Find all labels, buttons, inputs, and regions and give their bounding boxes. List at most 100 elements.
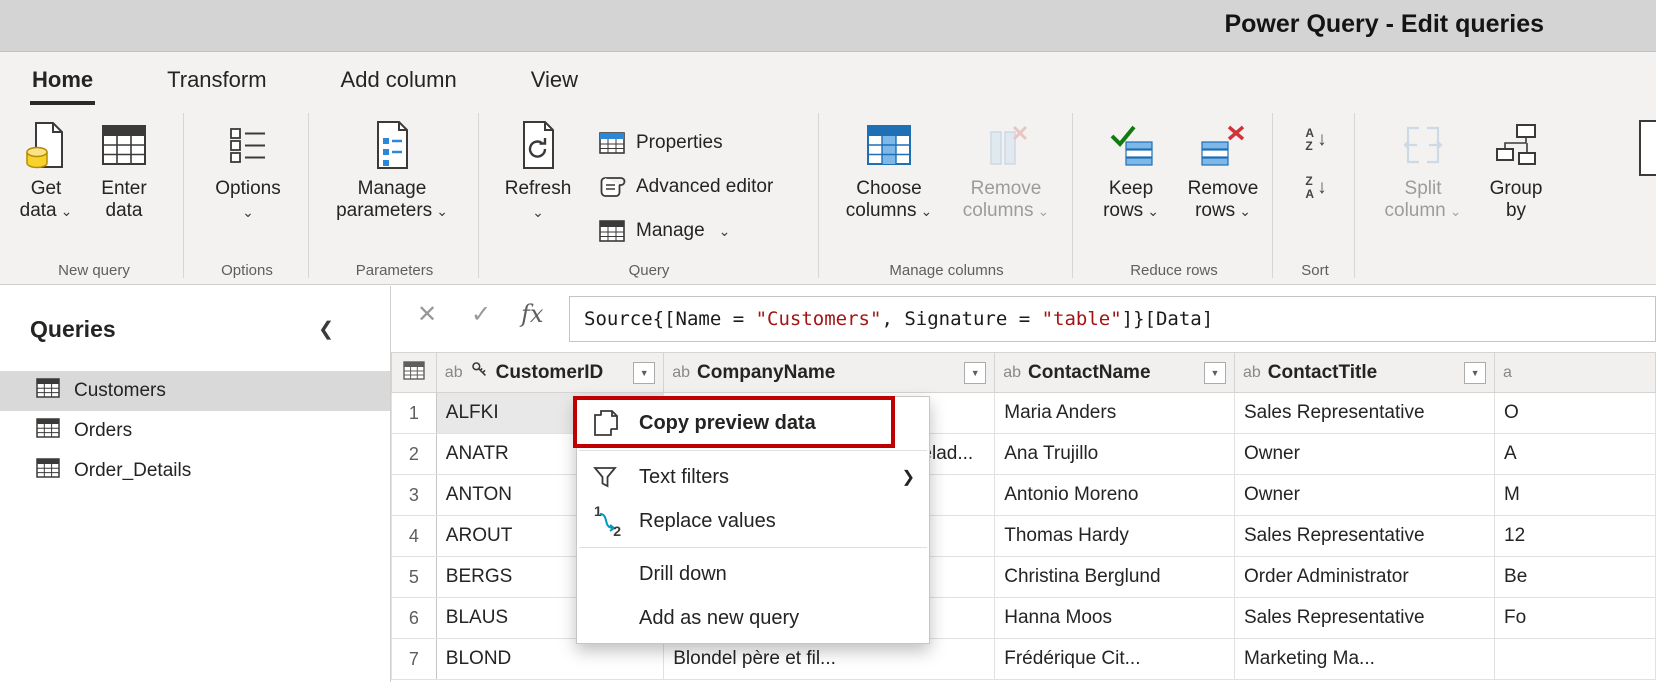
menu-item-copy-preview-data[interactable]: Copy preview data	[577, 400, 929, 446]
row-number[interactable]: 6	[392, 598, 437, 639]
manage-parameters-icon	[372, 115, 412, 175]
cell[interactable]: Ana Trujillo	[995, 434, 1235, 475]
cell[interactable]: BLOND	[436, 639, 663, 680]
keep-rows-icon	[1108, 115, 1154, 175]
refresh-icon	[518, 115, 558, 175]
query-item-order-details[interactable]: Order_Details	[0, 451, 390, 491]
filter-dropdown-button[interactable]: ▼	[1204, 362, 1226, 384]
table-icon	[36, 418, 60, 444]
cell[interactable]: Marketing Ma...	[1234, 639, 1494, 680]
cell[interactable]: Thomas Hardy	[995, 516, 1235, 557]
grid-corner-menu[interactable]	[392, 353, 437, 393]
formula-input[interactable]: Source{[Name = "Customers", Signature = …	[569, 296, 1656, 342]
key-icon	[470, 360, 489, 385]
queries-list: Customers Orders Order_Details	[0, 371, 390, 491]
tab-transform[interactable]: Transform	[165, 55, 268, 105]
keep-rows-button[interactable]: Keep rows⌄	[1092, 115, 1170, 222]
column-header-contacttitle[interactable]: ab ContactTitle ▼	[1234, 353, 1494, 393]
formula-bar: ✕ ✓ fx Source{[Name = "Customers", Signa…	[391, 286, 1656, 352]
cancel-icon[interactable]: ✕	[417, 300, 437, 329]
choose-columns-button[interactable]: Choose columns⌄	[838, 115, 940, 222]
cell[interactable]: Sales Representative	[1234, 393, 1494, 434]
cell[interactable]: Frédérique Cit...	[995, 639, 1235, 680]
cell[interactable]: M	[1495, 475, 1656, 516]
menu-item-add-as-new-query[interactable]: Add as new query	[577, 596, 929, 640]
cell[interactable]: Sales Representative	[1234, 598, 1494, 639]
group-label-query: Query	[482, 262, 816, 279]
filter-dropdown-button[interactable]: ▼	[964, 362, 986, 384]
commit-icon[interactable]: ✓	[471, 300, 491, 329]
group-separator	[1354, 113, 1355, 278]
text-type-icon: a	[1503, 364, 1512, 382]
row-number[interactable]: 4	[392, 516, 437, 557]
cell[interactable]: O	[1495, 393, 1656, 434]
manage-parameters-button[interactable]: Manage parameters⌄	[318, 115, 466, 222]
cell[interactable]: Sales Representative	[1234, 516, 1494, 557]
title-bar: Power Query - Edit queries	[0, 0, 1656, 52]
refresh-button[interactable]: Refresh ⌄	[492, 115, 584, 223]
sort-descending-button[interactable]: ZA ↓	[1290, 167, 1342, 209]
cell[interactable]: 12	[1495, 516, 1656, 557]
cell[interactable]: Maria Anders	[995, 393, 1235, 434]
ribbon: Get data⌄ Enter data New query Options ⌄…	[0, 105, 1656, 285]
partial-ribbon-button[interactable]	[1632, 119, 1656, 182]
chevron-down-icon: ⌄	[61, 203, 73, 219]
column-header-companyname[interactable]: ab CompanyName ▼	[664, 353, 995, 393]
remove-columns-icon	[983, 115, 1029, 175]
group-separator	[183, 113, 184, 278]
column-header-partial[interactable]: a	[1495, 353, 1656, 393]
arrow-down-icon: ↓	[1317, 129, 1327, 151]
cell[interactable]	[1495, 639, 1656, 680]
filter-dropdown-button[interactable]: ▼	[1464, 362, 1486, 384]
arrow-down-icon: ↓	[1317, 177, 1327, 199]
group-separator	[478, 113, 479, 278]
column-header-customerid[interactable]: ab CustomerID ▼	[436, 353, 663, 393]
tab-add-column[interactable]: Add column	[339, 55, 459, 105]
text-type-icon: ab	[1243, 364, 1261, 382]
filter-funnel-icon	[593, 465, 629, 489]
options-icon	[227, 115, 269, 175]
cell[interactable]: Order Administrator	[1234, 557, 1494, 598]
properties-button[interactable]: Properties	[598, 123, 723, 163]
query-item-orders[interactable]: Orders	[0, 411, 390, 451]
get-data-button[interactable]: Get data⌄	[14, 115, 78, 222]
cell[interactable]: Be	[1495, 557, 1656, 598]
cell[interactable]: A	[1495, 434, 1656, 475]
menu-item-drill-down[interactable]: Drill down	[577, 552, 929, 596]
advanced-editor-button[interactable]: Advanced editor	[598, 167, 773, 207]
cell[interactable]: Hanna Moos	[995, 598, 1235, 639]
chevron-down-icon: ⌄	[1147, 203, 1159, 219]
cell[interactable]: Christina Berglund	[995, 557, 1235, 598]
collapse-pane-icon[interactable]: ❮	[318, 318, 334, 341]
group-by-button[interactable]: Group by	[1480, 115, 1552, 222]
advanced-editor-icon	[598, 175, 626, 199]
filter-dropdown-button[interactable]: ▼	[633, 362, 655, 384]
cell[interactable]: Fo	[1495, 598, 1656, 639]
options-button[interactable]: Options ⌄	[202, 115, 294, 223]
group-label-sort: Sort	[1277, 262, 1353, 279]
query-item-customers[interactable]: Customers	[0, 371, 390, 411]
tab-home[interactable]: Home	[30, 55, 95, 105]
enter-data-button[interactable]: Enter data	[88, 115, 160, 222]
tab-view[interactable]: View	[529, 55, 580, 105]
row-number[interactable]: 7	[392, 639, 437, 680]
row-number[interactable]: 3	[392, 475, 437, 516]
cell[interactable]: Owner	[1234, 475, 1494, 516]
manage-button[interactable]: Manage ⌄	[598, 211, 730, 251]
group-separator	[1072, 113, 1073, 278]
cell[interactable]: Antonio Moreno	[995, 475, 1235, 516]
cell[interactable]: Blondel père et fil...	[664, 639, 995, 680]
cell[interactable]: Owner	[1234, 434, 1494, 475]
text-type-icon: ab	[672, 364, 690, 382]
remove-rows-button[interactable]: Remove rows⌄	[1178, 115, 1268, 222]
group-by-icon	[1493, 115, 1539, 175]
row-number[interactable]: 2	[392, 434, 437, 475]
row-number[interactable]: 1	[392, 393, 437, 434]
chevron-down-icon: ⌄	[921, 203, 933, 219]
queries-pane-title: Queries	[30, 316, 116, 343]
row-number[interactable]: 5	[392, 557, 437, 598]
column-header-contactname[interactable]: ab ContactName ▼	[995, 353, 1235, 393]
menu-item-text-filters[interactable]: Text filters ❯	[577, 455, 929, 499]
menu-item-replace-values[interactable]: 1 2 Replace values	[577, 499, 929, 543]
sort-ascending-button[interactable]: AZ ↓	[1290, 119, 1342, 161]
